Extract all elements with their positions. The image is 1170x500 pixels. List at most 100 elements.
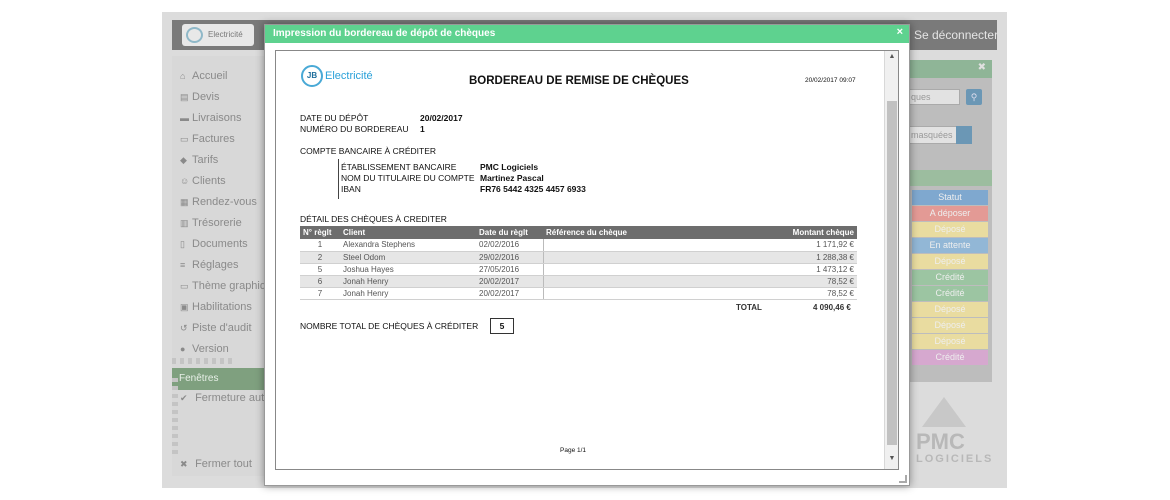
printed-at: 20/02/2017 09:07 — [805, 77, 856, 84]
sidebar-item-habilitations[interactable]: ▣ Habilitations — [180, 301, 252, 313]
sidebar-divider — [172, 358, 232, 364]
auto-close-label: Fermeture auto. — [195, 392, 274, 404]
print-modal: Impression du bordereau de dépôt de chèq… — [264, 24, 910, 486]
resize-handle[interactable] — [899, 475, 907, 483]
table-row: 6 Jonah Henry 20/02/2017 78,52 € — [300, 275, 857, 288]
status-header-bar — [908, 170, 992, 186]
bank-label: ÉTABLISSEMENT BANCAIRE — [341, 162, 457, 172]
sidebar-item-label: Documents — [192, 238, 248, 250]
col-payment-number: N° règlt — [300, 226, 340, 239]
search-icon: ⚲ — [970, 92, 978, 102]
auto-close-toggle[interactable]: ✔ Fermeture auto. — [180, 392, 273, 404]
tag-icon: ◆ — [180, 155, 187, 165]
bank-value: PMC Logiciels — [480, 162, 539, 172]
pmc-logo-line2: LOGICIELS — [916, 453, 994, 465]
cell-client: Alexandra Stephens — [340, 239, 476, 252]
disconnect-link[interactable]: Se déconnecter — [914, 28, 998, 42]
vertical-scrollbar[interactable]: ▲ ▼ — [884, 51, 898, 469]
cell-client: Joshua Hayes — [340, 263, 476, 276]
modal-close-icon[interactable]: × — [897, 26, 903, 38]
cell-payment-number: 1 — [300, 239, 340, 252]
sidebar-item-livraisons[interactable]: ▬ Livraisons — [180, 112, 242, 124]
cell-client: Jonah Henry — [340, 275, 476, 288]
sidebar-item-documents[interactable]: ▯ Documents — [180, 238, 248, 250]
windows-header: Fenêtres — [172, 368, 270, 390]
cell-payment-number: 2 — [300, 251, 340, 264]
status-badge[interactable]: Déposé — [912, 254, 988, 269]
cheques-table: N° règlt Client Date du règlt Référence … — [300, 226, 857, 300]
sidebar-item-r-glages[interactable]: ≡ Réglages — [180, 259, 238, 271]
sidebar: ⌂ Accueil ▤ Devis ▬ Livraisons ▭ Factures ◆ Tarif… — [172, 56, 278, 476]
cell-payment-number: 5 — [300, 263, 340, 276]
masked-select[interactable]: masquées — [908, 126, 972, 144]
close-all-button[interactable]: ✖ Fermer tout — [180, 458, 252, 470]
sidebar-item-label: Version — [192, 343, 229, 355]
home-icon: ⌂ — [180, 71, 186, 81]
sidebar-item-piste-d-audit[interactable]: ↺ Piste d'audit — [180, 322, 252, 334]
cell-payment-number: 6 — [300, 275, 340, 288]
sidebar-item-devis[interactable]: ▤ Devis — [180, 91, 220, 103]
sidebar-item-version[interactable]: ● Version — [180, 343, 229, 355]
pmc-logo-line1: PMC — [916, 429, 965, 454]
modal-header: Impression du bordereau de dépôt de chèq… — [265, 25, 909, 43]
status-badge[interactable]: Crédité — [912, 350, 988, 365]
search-input[interactable]: ques — [908, 89, 960, 105]
sidebar-item-label: Habilitations — [192, 301, 252, 313]
col-date: Date du règlt — [476, 226, 543, 239]
app-logo[interactable]: Electricité — [182, 24, 254, 46]
info-icon: ● — [180, 344, 186, 354]
sidebar-item-label: Réglages — [192, 259, 239, 271]
masked-select-label: masquées — [911, 130, 953, 140]
scroll-up-icon[interactable]: ▲ — [887, 53, 897, 65]
search-button[interactable]: ⚲ — [966, 89, 982, 105]
status-badge[interactable]: Déposé — [912, 334, 988, 349]
sidebar-item-accueil[interactable]: ⌂ Accueil — [180, 70, 227, 82]
document-title: BORDEREAU DE REMISE DE CHÈQUES — [469, 75, 689, 87]
brand-initials: JB — [301, 65, 323, 87]
sidebar-item-label: Trésorerie — [192, 217, 242, 229]
sidebar-item-label: Factures — [192, 133, 235, 145]
slip-number-label: NUMÉRO DU BORDEREAU — [300, 124, 409, 134]
status-badge[interactable]: En attente — [912, 238, 988, 253]
sidebar-item-label: Devis — [192, 91, 220, 103]
monitor-icon: ▭ — [180, 281, 189, 291]
sidebar-item-label: Clients — [192, 175, 226, 187]
holder-value: Martinez Pascal — [480, 173, 544, 183]
scroll-thumb[interactable] — [887, 101, 897, 445]
account-bracket — [338, 159, 339, 199]
account-label: COMPTE BANCAIRE À CRÉDITER — [300, 146, 437, 156]
cell-reference — [542, 239, 757, 252]
deposit-slip-document: JB Electricité BORDEREAU DE REMISE DE CHÈ… — [276, 51, 884, 469]
sidebar-item-tarifs[interactable]: ◆ Tarifs — [180, 154, 218, 166]
status-badge[interactable]: A déposer — [912, 206, 988, 221]
table-row: 1 Alexandra Stephens 02/02/2016 1 171,92 € — [300, 239, 857, 252]
cell-amount: 78,52 € — [757, 275, 857, 288]
scroll-down-icon[interactable]: ▼ — [887, 455, 897, 467]
cell-reference — [542, 275, 757, 288]
pmc-logo: PMC LOGICIELS — [908, 397, 992, 473]
col-amount: Montant chèque — [757, 226, 857, 239]
close-all-label: Fermer tout — [195, 458, 252, 470]
sidebar-item-clients[interactable]: ☺ Clients — [180, 175, 226, 187]
status-badge[interactable]: Déposé — [912, 318, 988, 333]
sidebar-item-rendez-vous[interactable]: ▦ Rendez-vous — [180, 196, 257, 208]
detail-label: DÉTAIL DES CHÈQUES À CREDITER — [300, 214, 447, 224]
status-badge[interactable]: Déposé — [912, 222, 988, 237]
user-icon: ☺ — [180, 176, 190, 186]
status-badge[interactable]: Déposé — [912, 302, 988, 317]
sidebar-item-factures[interactable]: ▭ Factures — [180, 133, 235, 145]
status-badge[interactable]: Crédité — [912, 286, 988, 301]
count-value: 5 — [490, 318, 514, 334]
status-column-header[interactable]: Statut — [912, 190, 988, 205]
panel-close-icon[interactable]: ✖ — [978, 62, 986, 73]
status-badge[interactable]: Crédité — [912, 270, 988, 285]
table-header-row: N° règlt Client Date du règlt Référence … — [300, 226, 857, 239]
slip-number-value: 1 — [420, 124, 425, 134]
cell-client: Jonah Henry — [340, 287, 476, 300]
iban-value: FR76 5442 4325 4457 6933 — [480, 184, 586, 194]
sidebar-item-tr-sorerie[interactable]: ▥ Trésorerie — [180, 217, 242, 229]
table-row: 7 Jonah Henry 20/02/2017 78,52 € — [300, 287, 857, 300]
cell-amount: 1 171,92 € — [757, 239, 857, 252]
col-client: Client — [340, 226, 476, 239]
invoice-icon: ▭ — [180, 134, 189, 144]
